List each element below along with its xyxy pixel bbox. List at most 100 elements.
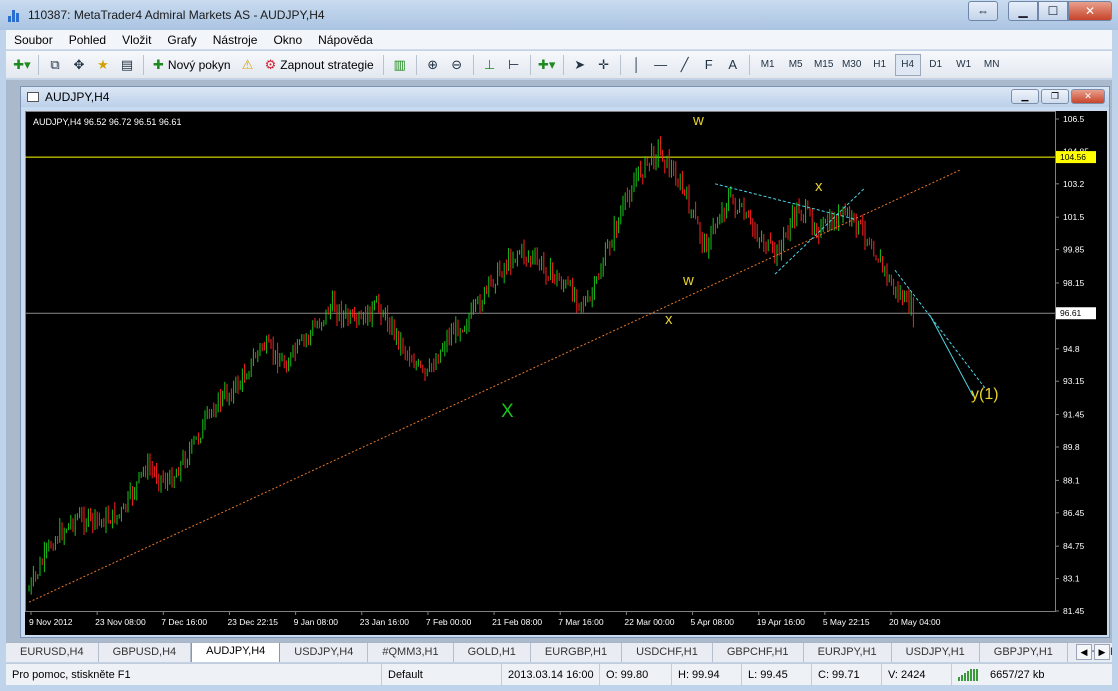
status-volume: V: 2424 xyxy=(882,663,952,686)
zoom-out-icon[interactable]: ⊖ xyxy=(446,54,468,76)
status-profile: Default xyxy=(382,663,502,686)
menu-nastroje[interactable]: Nástroje xyxy=(205,30,266,50)
symbol-tab[interactable]: USDCHF,H1 xyxy=(622,643,713,662)
wave-label: x xyxy=(815,178,823,195)
fibonacci-icon[interactable]: F xyxy=(698,54,720,76)
y-tick-label: 86.45 xyxy=(1063,508,1085,518)
x-tick-label: 20 May 04:00 xyxy=(889,617,941,627)
indicators-icon[interactable]: ✚▾ xyxy=(536,54,558,76)
timeframe-m1[interactable]: M1 xyxy=(755,54,781,76)
horizontal-line-icon[interactable]: — xyxy=(650,54,672,76)
tab-next-icon[interactable]: ▶ xyxy=(1094,644,1110,660)
autoscroll-icon[interactable]: ⊢ xyxy=(503,54,525,76)
cursor-icon[interactable]: ➤ xyxy=(569,54,591,76)
y-tick-label: 94.8 xyxy=(1063,344,1080,354)
symbol-tab[interactable]: GOLD,H1 xyxy=(454,643,531,662)
timeframe-m15[interactable]: M15 xyxy=(811,54,837,76)
bar-chart-icon[interactable]: ▥ xyxy=(389,54,411,76)
new-order-button[interactable]: ✚ Nový pokyn xyxy=(149,54,235,76)
menu-grafy[interactable]: Grafy xyxy=(159,30,204,50)
x-tick-label: 19 Apr 16:00 xyxy=(757,617,805,627)
symbol-tab[interactable]: #QMM3,H1 xyxy=(368,643,454,662)
symbol-tab[interactable]: GBPJPY,H1 xyxy=(980,643,1068,662)
zoom-in-icon[interactable]: ⊕ xyxy=(422,54,444,76)
symbol-tabs: EURUSD,H4 GBPUSD,H4 AUDJPY,H4 USDJPY,H4 #QMM… xyxy=(6,642,1112,662)
trendline xyxy=(28,169,961,603)
chart-close-button[interactable]: ✕ xyxy=(1071,89,1105,104)
wave-label: y(1) xyxy=(971,386,999,403)
wave-label: x xyxy=(665,311,673,328)
x-tick-label: 9 Jan 08:00 xyxy=(294,617,339,627)
status-open: O: 99.80 xyxy=(600,663,672,686)
warning-icon[interactable]: ⚠ xyxy=(237,54,259,76)
symbol-tab[interactable]: EURUSD,H4 xyxy=(6,643,99,662)
timeframe-d1[interactable]: D1 xyxy=(923,54,949,76)
status-low: L: 99.45 xyxy=(742,663,812,686)
profiles-icon[interactable]: ⧉ xyxy=(44,54,66,76)
chart-window: AUDJPY,H4 ▁ ❐ ✕ AUDJPY,H4 96.52 96.72 96… xyxy=(20,86,1110,638)
terminal-icon[interactable]: ▤ xyxy=(116,54,138,76)
symbol-tab[interactable]: GBPUSD,H4 xyxy=(99,643,192,662)
trendline-icon[interactable]: ╱ xyxy=(674,54,696,76)
maximize-button[interactable]: ☐ xyxy=(1038,1,1068,21)
timeframe-h4[interactable]: H4 xyxy=(894,53,921,76)
y-tick-label: 106.5 xyxy=(1063,114,1085,124)
x-tick-label: 21 Feb 08:00 xyxy=(492,617,542,627)
resize-icon[interactable]: ⇔ xyxy=(968,1,998,21)
new-order-icon: ✚ xyxy=(153,56,164,72)
y-tick-label: 98.15 xyxy=(1063,278,1085,288)
auto-trading-button[interactable]: ⚙ Zapnout strategie xyxy=(261,54,378,76)
chart-window-titlebar[interactable]: AUDJPY,H4 ▁ ❐ ✕ xyxy=(21,87,1109,107)
timeframe-h1[interactable]: H1 xyxy=(867,54,893,76)
symbol-tab[interactable]: EURGBP,H1 xyxy=(531,643,623,662)
status-close: C: 99.71 xyxy=(812,663,882,686)
wave-label: X xyxy=(501,401,514,422)
plot-frame xyxy=(25,111,1056,612)
channel-upper xyxy=(714,183,856,220)
minimize-button[interactable]: ▁ xyxy=(1008,1,1038,21)
x-tick-label: 7 Dec 16:00 xyxy=(161,617,207,627)
crosshair-icon[interactable]: ✛ xyxy=(593,54,615,76)
symbol-tab[interactable]: USDJPY,H1 xyxy=(892,643,980,662)
x-tick-label: 23 Jan 16:00 xyxy=(360,617,409,627)
y-tick-label: 89.8 xyxy=(1063,442,1080,452)
wave-label: w xyxy=(692,112,704,129)
menu-pohled[interactable]: Pohled xyxy=(61,30,114,50)
symbol-tab[interactable]: GBPCHF,H1 xyxy=(713,643,804,662)
crosshair-nav-icon[interactable]: ✥ xyxy=(68,54,90,76)
menu-okno[interactable]: Okno xyxy=(265,30,310,50)
symbol-tab[interactable]: EURJPY,H1 xyxy=(804,643,892,662)
x-tick-label: 5 Apr 08:00 xyxy=(691,617,735,627)
vertical-line-icon[interactable]: │ xyxy=(626,54,648,76)
y-tick-label: 91.45 xyxy=(1063,410,1085,420)
menu-vlozit[interactable]: Vložit xyxy=(114,30,159,50)
timeframe-w1[interactable]: W1 xyxy=(951,54,977,76)
chart-svg[interactable]: AUDJPY,H4 96.52 96.72 96.51 96.61 106.5 1… xyxy=(25,111,1107,635)
status-high: H: 99.94 xyxy=(672,663,742,686)
chart-restore-button[interactable]: ❐ xyxy=(1041,89,1069,104)
symbol-tab[interactable]: USDJPY,H4 xyxy=(280,643,369,662)
menu-napoveda[interactable]: Nápověda xyxy=(310,30,381,50)
window-controls: ⇔ ▁ ☐ ✕ xyxy=(968,1,1112,21)
toolbar: ✚▾ ⧉ ✥ ★ ▤ ✚ Nový pokyn ⚠ ⚙ Zapnout strate… xyxy=(6,51,1112,79)
x-tick-label: 5 May 22:15 xyxy=(823,617,870,627)
menu-soubor[interactable]: Soubor xyxy=(6,30,61,50)
chart-shift-icon[interactable]: ⊥ xyxy=(479,54,501,76)
x-tick-label: 9 Nov 2012 xyxy=(29,617,73,627)
new-chart-icon[interactable]: ✚▾ xyxy=(11,54,33,76)
x-tick-label: 7 Mar 16:00 xyxy=(558,617,604,627)
symbol-tab[interactable]: AUDJPY,H4 xyxy=(191,643,281,662)
timeframe-m30[interactable]: M30 xyxy=(839,54,865,76)
price-chart[interactable]: AUDJPY,H4 96.52 96.72 96.51 96.61 106.5 1… xyxy=(25,111,1107,635)
title-bar: 110387: MetaTrader4 Admiral Markets AS -… xyxy=(0,0,1118,30)
y-tick-label: 103.2 xyxy=(1063,179,1085,189)
text-tool-icon[interactable]: A xyxy=(722,54,744,76)
tab-prev-icon[interactable]: ◀ xyxy=(1076,644,1092,660)
chart-minimize-button[interactable]: ▁ xyxy=(1011,89,1039,104)
connection-icon xyxy=(958,668,978,681)
timeframe-m5[interactable]: M5 xyxy=(783,54,809,76)
close-button[interactable]: ✕ xyxy=(1068,1,1112,21)
timeframe-mn[interactable]: MN xyxy=(979,54,1005,76)
favorites-icon[interactable]: ★ xyxy=(92,54,114,76)
y-tick-label: 83.1 xyxy=(1063,574,1080,584)
